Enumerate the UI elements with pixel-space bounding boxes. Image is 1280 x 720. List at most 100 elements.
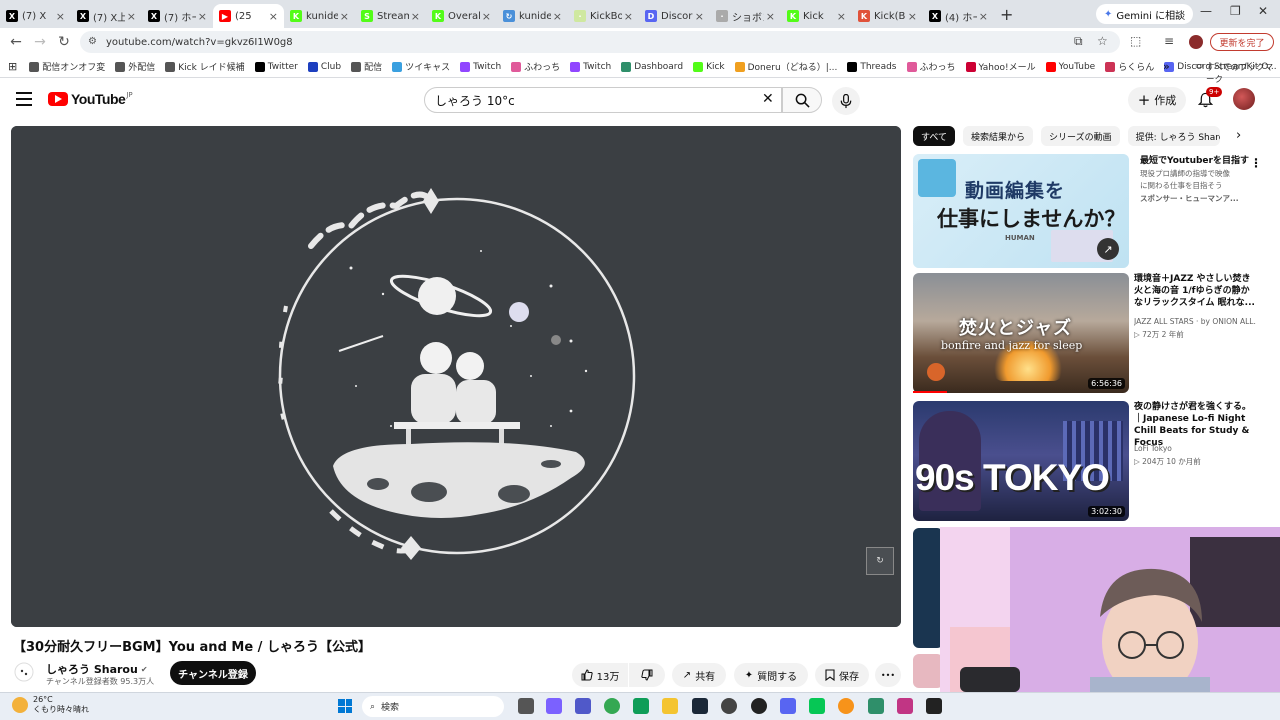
- more-actions-button[interactable]: •••: [875, 663, 901, 687]
- windows-start-icon[interactable]: [338, 699, 352, 713]
- close-tab-icon[interactable]: ×: [56, 10, 65, 23]
- save-button[interactable]: 保存: [815, 663, 869, 687]
- bookmark-item[interactable]: らくらん: [1105, 60, 1154, 73]
- close-tab-icon[interactable]: ×: [269, 10, 278, 23]
- rec-title[interactable]: 最短でYoutuberを目指す: [1140, 155, 1262, 167]
- app-icon[interactable]: [868, 698, 884, 714]
- close-tab-icon[interactable]: ×: [198, 10, 207, 23]
- chevron-right-icon[interactable]: ›: [1236, 128, 1241, 143]
- file-explorer-icon[interactable]: [662, 698, 678, 714]
- weather-widget[interactable]: 26°C くもり時々晴れ: [12, 695, 89, 715]
- bookmark-item[interactable]: Threads: [847, 61, 897, 72]
- browser-tab[interactable]: D Discor ×: [639, 4, 710, 28]
- install-app-icon[interactable]: ⧉: [1074, 34, 1083, 49]
- rec-thumbnail[interactable]: 焚火とジャズ bonfire and jazz for sleep 6:56:3…: [913, 273, 1129, 393]
- like-button[interactable]: 13万: [572, 663, 628, 687]
- forward-icon[interactable]: →: [28, 34, 52, 50]
- close-tab-icon[interactable]: ×: [340, 10, 349, 23]
- search-input[interactable]: しゃろう 10°c: [424, 87, 782, 113]
- chrome-icon[interactable]: [604, 698, 620, 714]
- site-info-icon[interactable]: ⚙: [88, 36, 100, 48]
- browser-tab[interactable]: Kkunide ×: [284, 4, 355, 28]
- chip-all[interactable]: すべて: [913, 126, 956, 146]
- obs-icon[interactable]: [721, 698, 737, 714]
- hamburger-menu-icon[interactable]: [16, 92, 32, 106]
- rec-title[interactable]: 環境音＋JAZZ やさしい焚き火と海の音 1/fゆらぎの静かなリラックスタイム …: [1134, 273, 1256, 321]
- bookmark-item[interactable]: Club: [307, 61, 341, 72]
- video-player[interactable]: [11, 126, 901, 627]
- bookmark-item[interactable]: Twitch: [460, 61, 501, 72]
- browser-tab[interactable]: X (7) X上 ×: [71, 4, 142, 28]
- share-button[interactable]: ↗ 共有: [672, 663, 726, 687]
- browser-tab[interactable]: X (4) ホー×: [923, 4, 994, 28]
- browser-tab[interactable]: X (7) X ×: [0, 4, 71, 28]
- rec-thumbnail[interactable]: [913, 654, 943, 688]
- url-field[interactable]: ⚙ youtube.com/watch?v=gkvz6I1W0g8: [80, 31, 1120, 53]
- reload-icon[interactable]: ↻: [52, 34, 76, 50]
- rec-channel[interactable]: LoFi Tokyo: [1134, 443, 1256, 454]
- app-icon[interactable]: [751, 698, 767, 714]
- task-view-icon[interactable]: [518, 698, 534, 714]
- bookmark-item[interactable]: 配信: [351, 60, 382, 73]
- close-window-icon[interactable]: ✕: [1258, 4, 1268, 18]
- browser-tab[interactable]: X (7) ホー×: [142, 4, 213, 28]
- browser-tab[interactable]: S Stream ×: [355, 4, 426, 28]
- copilot-icon[interactable]: [546, 698, 562, 714]
- app-icon[interactable]: [897, 698, 913, 714]
- close-tab-icon[interactable]: ×: [127, 10, 136, 23]
- close-tab-icon[interactable]: ×: [695, 10, 704, 23]
- chip-from-search[interactable]: 検索結果から: [963, 126, 1034, 146]
- close-tab-icon[interactable]: ×: [908, 10, 917, 23]
- apps-grid-icon[interactable]: ⊞: [8, 60, 17, 73]
- browser-tab[interactable]: ↻ kunide ×: [497, 4, 568, 28]
- search-button[interactable]: [782, 87, 822, 113]
- bookmarks-more[interactable]: »: [1163, 60, 1170, 73]
- maximize-icon[interactable]: ❐: [1230, 4, 1241, 18]
- clear-search-icon[interactable]: ✕: [762, 91, 774, 107]
- close-tab-icon[interactable]: ×: [624, 10, 633, 23]
- close-tab-icon[interactable]: ×: [411, 10, 420, 23]
- browser-tab[interactable]: K Kick(B ×: [852, 4, 923, 28]
- bookmark-item[interactable]: Yahoo!メール: [965, 60, 1036, 73]
- bookmark-item[interactable]: 外配信: [115, 60, 155, 73]
- update-button[interactable]: 更新を完了: [1210, 33, 1274, 51]
- account-avatar[interactable]: [1233, 88, 1255, 110]
- bookmark-item[interactable]: 配信オンオフ変: [29, 60, 105, 73]
- discord-icon[interactable]: [780, 698, 796, 714]
- channel-avatar[interactable]: [14, 662, 34, 682]
- steam-icon[interactable]: [692, 698, 708, 714]
- back-icon[interactable]: ←: [4, 34, 28, 50]
- subscribe-button[interactable]: チャンネル登録: [170, 661, 256, 685]
- ask-button[interactable]: ✦ 質問する: [734, 663, 808, 687]
- youtube-logo[interactable]: YouTube JP: [48, 91, 133, 107]
- gemini-button[interactable]: ✦ Gemini に相談: [1096, 4, 1194, 24]
- new-tab-button[interactable]: +: [1000, 5, 1013, 24]
- browser-tab[interactable]: ▶ (25 ×: [213, 4, 284, 28]
- terminal-icon[interactable]: [926, 698, 942, 714]
- create-button[interactable]: + 作成: [1128, 87, 1186, 113]
- bookmark-item[interactable]: YouTube: [1045, 61, 1095, 72]
- browser-tab[interactable]: · ショボン×: [710, 4, 781, 28]
- bookmark-item[interactable]: Doneru（どねる）|...: [734, 60, 837, 73]
- dislike-button[interactable]: [629, 663, 665, 687]
- taskbar-search[interactable]: ⌕ 検索: [362, 696, 504, 717]
- bookmark-item[interactable]: ふわっち: [906, 60, 956, 73]
- close-tab-icon[interactable]: ×: [482, 10, 491, 23]
- bookmark-item[interactable]: Kick: [693, 61, 725, 72]
- voice-search-button[interactable]: [832, 87, 860, 115]
- rec-thumbnail[interactable]: [913, 528, 943, 648]
- video-overlay-button[interactable]: ↻: [866, 547, 894, 575]
- close-tab-icon[interactable]: ×: [837, 10, 846, 23]
- chip-from-channel[interactable]: 提供: しゃろう Sharou: [1127, 126, 1220, 146]
- reading-list-icon[interactable]: ≡: [1164, 34, 1174, 48]
- rec-title[interactable]: 夜の静けさが君を強くする。｜Japanese Lo-fi Night Chill…: [1134, 401, 1256, 449]
- bookmark-item[interactable]: Dashboard: [621, 61, 683, 72]
- rec-channel[interactable]: JAZZ ALL STARS · by ONION ALL...: [1134, 316, 1256, 327]
- app-icon[interactable]: [633, 698, 649, 714]
- app-icon[interactable]: [838, 698, 854, 714]
- extensions-icon[interactable]: ⬚: [1130, 34, 1141, 48]
- bookmark-item[interactable]: Kick レイド候補: [165, 60, 245, 73]
- teams-icon[interactable]: [575, 698, 591, 714]
- close-tab-icon[interactable]: ×: [553, 10, 562, 23]
- browser-tab[interactable]: K Overal ×: [426, 4, 497, 28]
